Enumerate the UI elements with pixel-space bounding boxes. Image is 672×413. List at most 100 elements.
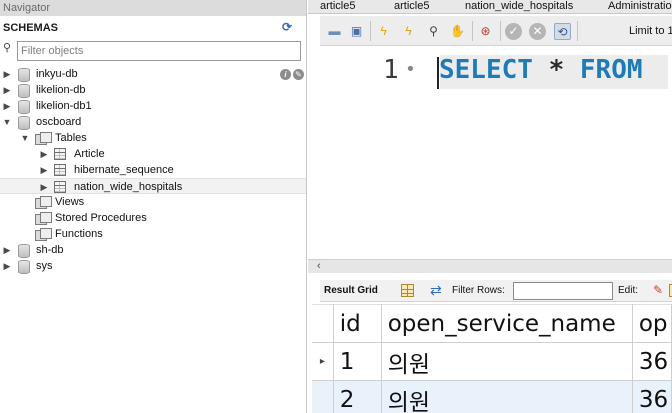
autocommit-icon[interactable]: ⟲ — [554, 23, 571, 40]
schema-likelion-db1[interactable]: ▶ likelion-db1 — [0, 98, 306, 114]
sql-statement[interactable]: SELECT * FROM — [439, 53, 643, 87]
table-row[interactable]: ▸ 1 의원 36 — [312, 342, 672, 381]
views-folder[interactable]: Views — [0, 194, 306, 210]
filter-rows-input[interactable] — [513, 282, 613, 300]
cell-open-service-name[interactable]: 의원 — [381, 342, 633, 381]
collapse-arrow-icon[interactable]: ▼ — [2, 114, 12, 130]
row-marker-header — [312, 304, 334, 343]
expand-arrow-icon[interactable]: ▶ — [39, 162, 49, 178]
sql-keyword-from: FROM — [579, 55, 643, 85]
schema-label: sys — [36, 260, 53, 272]
table-nation-wide-hospitals[interactable]: ▶ nation_wide_hospitals — [0, 178, 306, 194]
schema-label: likelion-db — [36, 84, 86, 96]
schema-label: sh-db — [36, 244, 64, 256]
scroll-left-icon[interactable]: ‹ — [317, 260, 321, 273]
commit-icon[interactable]: ✓ — [505, 23, 522, 40]
schemas-header: SCHEMAS ⟳ — [0, 19, 306, 37]
refresh-schemas-icon[interactable]: ⟳ — [280, 20, 294, 34]
row-marker — [312, 380, 334, 413]
cell-open-service-name[interactable]: 의원 — [381, 380, 633, 413]
line-marker-icon: • — [405, 59, 416, 80]
folder-label: Functions — [55, 228, 103, 240]
horizontal-scrollbar[interactable]: ‹ — [308, 259, 672, 273]
schema-sys[interactable]: ▶ sys — [0, 258, 306, 274]
result-grid[interactable]: id open_service_name op ▸ 1 의원 36 2 의원 3… — [312, 304, 672, 413]
cell-id[interactable]: 1 — [333, 342, 382, 381]
column-header-open-service-name[interactable]: open_service_name — [381, 304, 633, 343]
schema-label: oscboard — [36, 116, 82, 128]
expand-arrow-icon[interactable]: ▶ — [2, 98, 12, 114]
expand-arrow-icon[interactable]: ▶ — [2, 242, 12, 258]
table-row[interactable]: 2 의원 36 — [312, 380, 672, 413]
table-label: nation_wide_hospitals — [74, 181, 183, 193]
cell-id[interactable]: 2 — [333, 380, 382, 413]
folder-icon — [35, 228, 52, 241]
editor-tab-bar: article5 article5 nation_wide_hospitals … — [308, 0, 672, 14]
expand-arrow-icon[interactable]: ▶ — [39, 179, 49, 195]
collapse-arrow-icon[interactable]: ▼ — [20, 130, 30, 146]
database-icon — [17, 244, 30, 258]
refresh-icon[interactable]: ⇄ — [430, 283, 442, 297]
stored-procedures-folder[interactable]: Stored Procedures — [0, 210, 306, 226]
tab-nation-wide-hospitals[interactable]: nation_wide_hospitals — [465, 0, 573, 13]
database-icon — [17, 100, 30, 114]
tab-administration[interactable]: Administration — [608, 0, 672, 13]
tab-article5-2[interactable]: article5 — [394, 0, 429, 13]
schema-oscboard[interactable]: ▼ oscboard — [0, 114, 306, 130]
column-header-id[interactable]: id — [333, 304, 382, 343]
edit-row-icon[interactable]: ✎ — [650, 283, 666, 298]
search-icon: ⚲ — [3, 42, 12, 54]
result-toolbar: Result Grid ⇄ Filter Rows: Edit: ✎ — [320, 280, 672, 302]
open-folder-icon[interactable]: ▬ — [326, 23, 343, 40]
sql-editor[interactable]: 1 • SELECT * FROM — [320, 47, 672, 259]
toggle-error-icon[interactable]: ⊛ — [477, 23, 494, 40]
expand-arrow-icon[interactable]: ▶ — [2, 66, 12, 82]
toolbar-separator — [577, 21, 578, 41]
sql-keyword-select: SELECT — [439, 55, 533, 85]
table-icon — [54, 181, 66, 193]
info-icon[interactable]: i — [280, 69, 291, 80]
result-grid-icon[interactable] — [401, 284, 414, 297]
sql-toolbar: ▬ ▣ ϟ ϟ ⚲ ✋ ⊛ ✓ ✕ ⟲ Limit to 100 — [320, 16, 672, 46]
filter-objects-input[interactable] — [17, 41, 301, 61]
rollback-icon[interactable]: ✕ — [529, 23, 546, 40]
tables-folder[interactable]: ▼ Tables — [0, 130, 306, 146]
schema-sh-db[interactable]: ▶ sh-db — [0, 242, 306, 258]
table-hibernate-sequence[interactable]: ▶ hibernate_sequence — [0, 162, 306, 178]
functions-folder[interactable]: Functions — [0, 226, 306, 242]
stop-icon[interactable]: ✋ — [449, 23, 466, 40]
folder-icon — [35, 132, 52, 145]
execute-current-icon[interactable]: ϟ — [400, 23, 417, 40]
limit-rows-select[interactable]: Limit to 100 — [629, 25, 672, 37]
editor-area: article5 article5 nation_wide_hospitals … — [308, 0, 672, 413]
cell-op[interactable]: 36 — [632, 342, 672, 381]
database-icon — [17, 68, 30, 82]
tab-article5[interactable]: article5 — [320, 0, 355, 13]
database-icon — [17, 116, 30, 130]
cell-op[interactable]: 36 — [632, 380, 672, 413]
toolbar-separator — [472, 21, 473, 41]
line-number: 1 — [383, 55, 399, 85]
table-article[interactable]: ▶ Article — [0, 146, 306, 162]
wrench-icon[interactable]: ✎ — [293, 69, 304, 80]
expand-arrow-icon[interactable]: ▶ — [2, 258, 12, 274]
save-icon[interactable]: ▣ — [348, 23, 365, 40]
folder-icon — [35, 212, 52, 225]
explain-icon[interactable]: ⚲ — [425, 23, 442, 40]
schemas-label: SCHEMAS — [3, 22, 59, 34]
schema-likelion-db[interactable]: ▶ likelion-db — [0, 82, 306, 98]
toolbar-separator — [370, 21, 371, 41]
table-label: Article — [74, 148, 105, 160]
folder-icon — [35, 196, 52, 209]
schema-inkyu-db[interactable]: ▶ inkyu-db i ✎ — [0, 66, 306, 82]
filter-rows-label: Filter Rows: — [452, 285, 505, 296]
expand-arrow-icon[interactable]: ▶ — [39, 146, 49, 162]
expand-arrow-icon[interactable]: ▶ — [2, 82, 12, 98]
navigator-panel: Navigator SCHEMAS ⟳ ⚲ ▶ inkyu-db i ✎ ▶ l… — [0, 0, 307, 413]
current-row-marker-icon: ▸ — [312, 342, 334, 381]
execute-icon[interactable]: ϟ — [375, 23, 392, 40]
sql-star: * — [548, 55, 565, 85]
result-grid-tab[interactable]: Result Grid — [324, 285, 378, 296]
column-header-op[interactable]: op — [632, 304, 672, 343]
folder-label: Tables — [55, 132, 87, 144]
